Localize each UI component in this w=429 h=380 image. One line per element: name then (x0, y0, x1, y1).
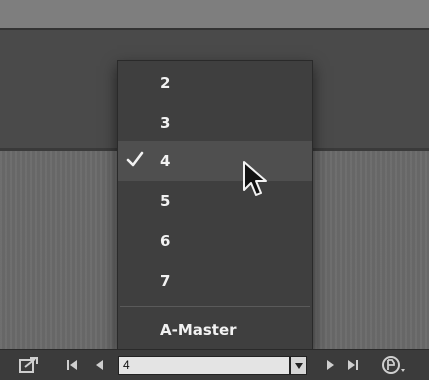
menu-item-page-4[interactable]: 4 (118, 141, 312, 181)
menu-item-page-7[interactable]: 7 (118, 261, 312, 301)
document-top-strip (0, 0, 429, 30)
menu-item-label: 2 (160, 74, 171, 92)
dropdown-arrow-icon (294, 362, 303, 369)
menu-item-label: 7 (160, 272, 171, 290)
menu-item-label: 6 (160, 232, 171, 250)
page-options-button[interactable] (378, 355, 412, 375)
menu-item-label: 5 (160, 192, 171, 210)
menu-item-label: 3 (160, 114, 171, 132)
checkmark-icon (126, 151, 144, 167)
menu-item-page-6[interactable]: 6 (118, 221, 312, 261)
menu-item-a-master[interactable]: A-Master (118, 312, 312, 348)
menu-item-label: A-Master (160, 321, 237, 339)
first-page-button[interactable] (64, 355, 80, 375)
next-page-button[interactable] (324, 355, 338, 375)
page-options-icon (382, 356, 405, 374)
mouse-pointer-icon (243, 161, 267, 196)
next-page-icon (327, 360, 334, 370)
menu-item-label: 4 (160, 152, 171, 170)
page-number-value: 4 (123, 358, 130, 372)
previous-page-icon (96, 360, 103, 370)
page-dropdown-menu: 2 3 4 5 6 7 A-Master (117, 60, 313, 350)
last-page-button[interactable] (344, 355, 362, 375)
page-dropdown-button[interactable] (290, 356, 307, 375)
page-number-field[interactable]: 4 (118, 356, 290, 375)
export-icon (19, 357, 38, 373)
previous-page-button[interactable] (92, 355, 106, 375)
menu-item-page-5[interactable]: 5 (118, 181, 312, 221)
export-button[interactable] (16, 355, 42, 375)
menu-separator (120, 306, 310, 307)
first-page-icon (67, 360, 77, 370)
menu-item-page-3[interactable]: 3 (118, 103, 312, 143)
menu-item-page-2[interactable]: 2 (118, 63, 312, 103)
last-page-icon (348, 360, 358, 370)
